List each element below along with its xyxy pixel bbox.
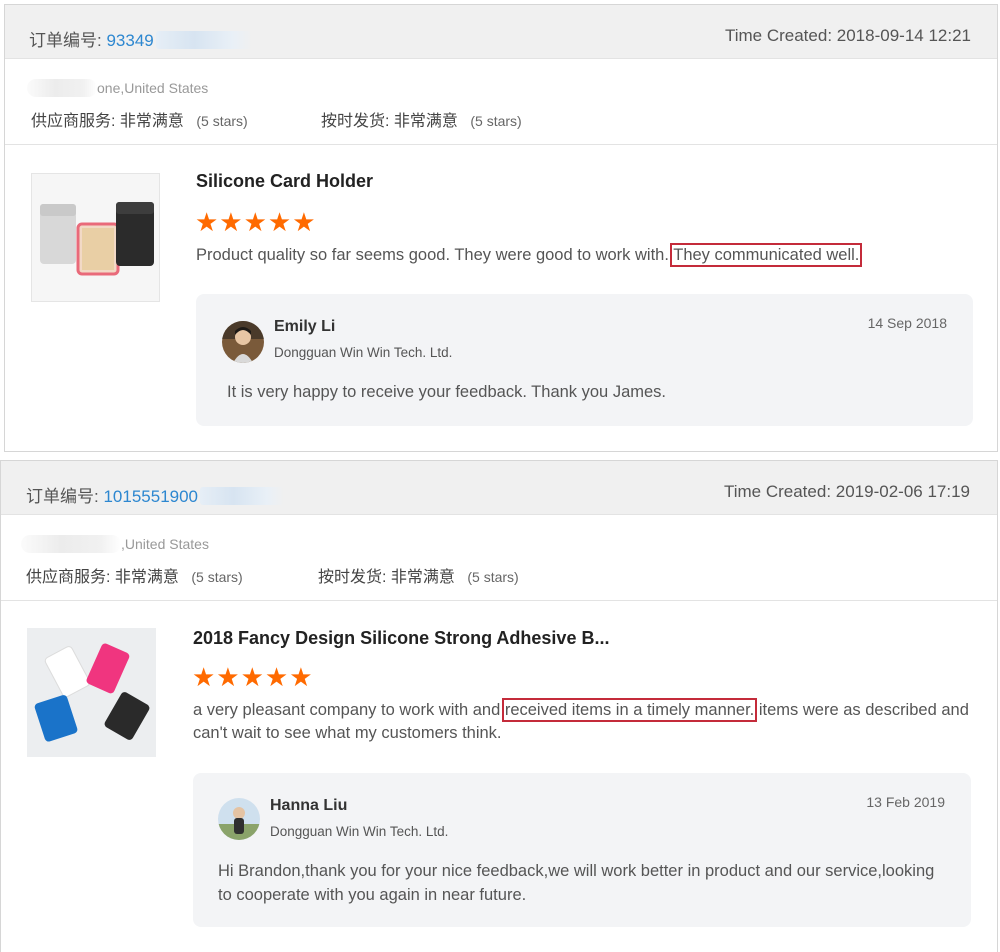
- product-thumbnail[interactable]: [27, 628, 156, 757]
- replier-name: Emily Li: [274, 318, 336, 335]
- redacted-blur: [21, 535, 121, 553]
- product-thumbnail[interactable]: [31, 173, 160, 302]
- order-label: 订单编号:: [26, 487, 99, 506]
- time-created: Time Created: 2018-09-14 12:21: [724, 26, 971, 45]
- reply-date: 14 Sep 2018: [867, 315, 947, 331]
- buyer-meta: one,United States 供应商服务: 非常满意 (5 stars) …: [5, 59, 997, 145]
- supplier-service-rating: 供应商服务: 非常满意 (5 stars): [31, 113, 248, 130]
- replier-company: Dongguan Win Win Tech. Ltd.: [274, 345, 453, 360]
- buyer-location: one,United States: [97, 80, 209, 96]
- highlighted-phrase: received items in a timely manner.: [501, 698, 758, 722]
- reply-text: It is very happy to receive your feedbac…: [227, 383, 666, 401]
- replier-name: Hanna Liu: [270, 797, 348, 814]
- shipping-rating: 按时发货: 非常满意 (5 stars): [321, 113, 522, 130]
- buyer-location: ,United States: [121, 536, 209, 552]
- seller-reply: Emily Li Dongguan Win Win Tech. Ltd. 14 …: [196, 294, 973, 426]
- review-text: a very pleasant company to work with and…: [193, 698, 969, 742]
- product-title[interactable]: Silicone Card Holder: [196, 171, 373, 192]
- review-card: 订单编号: 93349 Time Created: 2018-09-14 12:…: [4, 4, 998, 452]
- review-text: Product quality so far seems good. They …: [196, 243, 863, 267]
- reply-date: 13 Feb 2019: [866, 794, 945, 810]
- order-number-link[interactable]: 93349: [106, 31, 153, 50]
- supplier-service-rating: 供应商服务: 非常满意 (5 stars): [26, 569, 243, 586]
- order-header: 订单编号: 93349 Time Created: 2018-09-14 12:…: [5, 5, 997, 59]
- reply-text: Hi Brandon,thank you for your nice feedb…: [218, 862, 935, 904]
- highlighted-phrase: They communicated well.: [670, 243, 863, 267]
- redacted-blur: [155, 31, 252, 49]
- star-rating: ★★★★★: [195, 207, 317, 237]
- avatar: [222, 321, 264, 363]
- redacted-blur: [200, 487, 285, 505]
- replier-company: Dongguan Win Win Tech. Ltd.: [270, 824, 449, 839]
- product-title[interactable]: 2018 Fancy Design Silicone Strong Adhesi…: [193, 628, 609, 649]
- order-header: 订单编号: 1015551900 Time Created: 2019-02-0…: [1, 461, 997, 515]
- review-card: 订单编号: 1015551900 Time Created: 2019-02-0…: [0, 460, 998, 952]
- buyer-meta: ,United States 供应商服务: 非常满意 (5 stars) 按时发…: [1, 515, 997, 601]
- star-rating: ★★★★★: [192, 662, 314, 692]
- order-number-link[interactable]: 1015551900: [103, 487, 198, 506]
- shipping-rating: 按时发货: 非常满意 (5 stars): [318, 569, 519, 586]
- seller-reply: Hanna Liu Dongguan Win Win Tech. Ltd. 13…: [193, 773, 971, 927]
- order-label: 订单编号:: [29, 31, 102, 50]
- time-created: Time Created: 2019-02-06 17:19: [723, 482, 970, 501]
- redacted-blur: [27, 79, 97, 97]
- avatar: [218, 798, 260, 840]
